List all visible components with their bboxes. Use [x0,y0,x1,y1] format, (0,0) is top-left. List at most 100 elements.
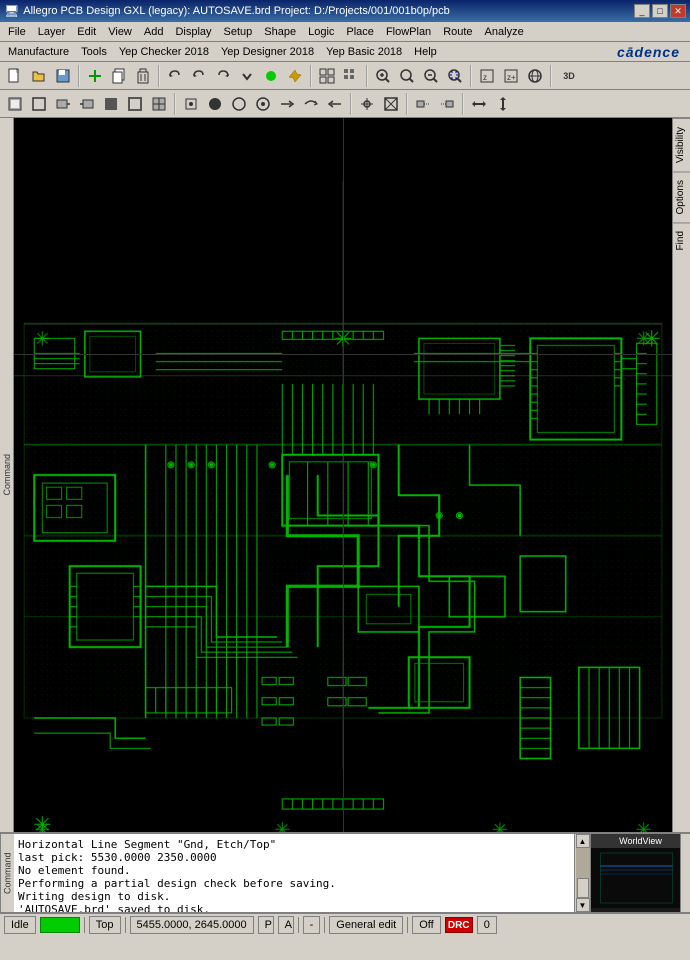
tb2-18-button[interactable] [436,93,458,115]
menu-manufacture[interactable]: Manufacture [2,44,75,60]
svg-text:z: z [483,73,487,82]
tb2-11-button[interactable] [252,93,274,115]
options-tab[interactable]: Options [673,171,690,222]
menu-yep-checker[interactable]: Yep Checker 2018 [113,44,215,60]
tb2-13-button[interactable] [300,93,322,115]
scroll-track[interactable] [576,848,590,898]
tb2-1-button[interactable] [4,93,26,115]
zoom-out-button[interactable] [420,65,442,87]
status-sep4 [324,917,325,933]
circle-button[interactable] [260,65,282,87]
menu-route[interactable]: Route [437,24,478,40]
tb2-19-button[interactable] [468,93,490,115]
visibility-tab[interactable]: Visibility [673,118,690,171]
grid1-button[interactable] [316,65,338,87]
menu-display[interactable]: Display [169,24,217,40]
menu-flowplan[interactable]: FlowPlan [380,24,437,40]
console-scrollbar[interactable]: ▲ ▼ [574,834,590,912]
menu-file[interactable]: File [2,24,32,40]
menu-add[interactable]: Add [138,24,170,40]
open-button[interactable] [28,65,50,87]
menu-yep-designer[interactable]: Yep Designer 2018 [215,44,320,60]
coord-unit[interactable]: A [278,916,294,934]
worldview-panel: WorldView [590,834,690,912]
menu-yep-basic[interactable]: Yep Basic 2018 [320,44,408,60]
drc-status[interactable]: DRC [445,917,473,933]
tb2-3-button[interactable] [52,93,74,115]
console-area: Command Horizontal Line Segment "Gnd, Et… [0,832,690,912]
sep5 [470,65,472,87]
tb2-2-button[interactable] [28,93,50,115]
zoom-world-button[interactable] [524,65,546,87]
tb2-12-button[interactable] [276,93,298,115]
scroll-down-button[interactable]: ▼ [576,898,590,912]
counter-display: 0 [477,916,497,934]
console-line-2: last pick: 5530.0000 2350.0000 [18,851,570,864]
separator-display: - [303,916,321,934]
tb2-15-button[interactable] [356,93,378,115]
3d-button[interactable]: 3D [556,65,582,87]
scroll-thumb[interactable] [577,878,589,898]
menu-shape[interactable]: Shape [258,24,302,40]
console-label: Command [0,834,14,912]
menu-help[interactable]: Help [408,44,443,60]
menu-place[interactable]: Place [340,24,380,40]
redo-button[interactable] [212,65,234,87]
down-button[interactable] [236,65,258,87]
scroll-up-button[interactable]: ▲ [576,834,590,848]
menu-tools[interactable]: Tools [75,44,113,60]
menu-setup[interactable]: Setup [218,24,259,40]
console-line-5: Writing design to disk. [18,890,570,903]
undo2-button[interactable] [188,65,210,87]
copy-button[interactable] [108,65,130,87]
worldview-label: WorldView [591,834,690,848]
tb2-7-button[interactable] [148,93,170,115]
new-button[interactable] [4,65,26,87]
tb2-20-button[interactable] [492,93,514,115]
zoom-in-button[interactable] [372,65,394,87]
minimize-button[interactable]: _ [634,4,650,18]
titlebar: 🖥 Allegro PCB Design GXL (legacy): AUTOS… [0,0,690,22]
tb2-5-button[interactable] [100,93,122,115]
save-button[interactable] [52,65,74,87]
coord-mode[interactable]: P [258,916,274,934]
maximize-button[interactable]: □ [652,4,668,18]
pin-button[interactable] [284,65,306,87]
cadence-logo: cādence [617,44,680,60]
status-sep5 [407,917,408,933]
zoom-prev-button[interactable]: z [476,65,498,87]
zoom-fit-button[interactable] [396,65,418,87]
worldview-scrollbar[interactable] [680,834,690,912]
pcb-design-view [14,118,672,832]
menu-edit[interactable]: Edit [71,24,102,40]
sep7 [174,93,176,115]
status-sep2 [125,917,126,933]
tb2-16-button[interactable] [380,93,402,115]
tb2-4-button[interactable] [76,93,98,115]
pcb-canvas-container[interactable] [14,118,672,832]
tb2-14-button[interactable] [324,93,346,115]
menu-logic[interactable]: Logic [302,24,340,40]
zoom-area-button[interactable] [444,65,466,87]
tb2-17-button[interactable] [412,93,434,115]
delete-button[interactable] [132,65,154,87]
close-button[interactable]: ✕ [670,4,686,18]
idle-status: Idle [4,916,36,934]
layer-display[interactable]: Top [89,916,121,934]
undo-button[interactable] [164,65,186,87]
tb2-6-button[interactable] [124,93,146,115]
grid2-button[interactable] [340,65,362,87]
console-line-6: 'AUTOSAVE.brd' saved to disk. [18,903,570,912]
tb2-10-button[interactable] [228,93,250,115]
menu-analyze[interactable]: Analyze [479,24,530,40]
menu-layer[interactable]: Layer [32,24,72,40]
status-sep1 [84,917,85,933]
tb2-8-button[interactable] [180,93,202,115]
sep8 [350,93,352,115]
tb2-9-button[interactable] [204,93,226,115]
cross-button[interactable] [84,65,106,87]
find-tab[interactable]: Find [673,222,690,258]
menu-view[interactable]: View [102,24,138,40]
off-label[interactable]: Off [412,916,440,934]
zoom-next-button[interactable]: z+ [500,65,522,87]
